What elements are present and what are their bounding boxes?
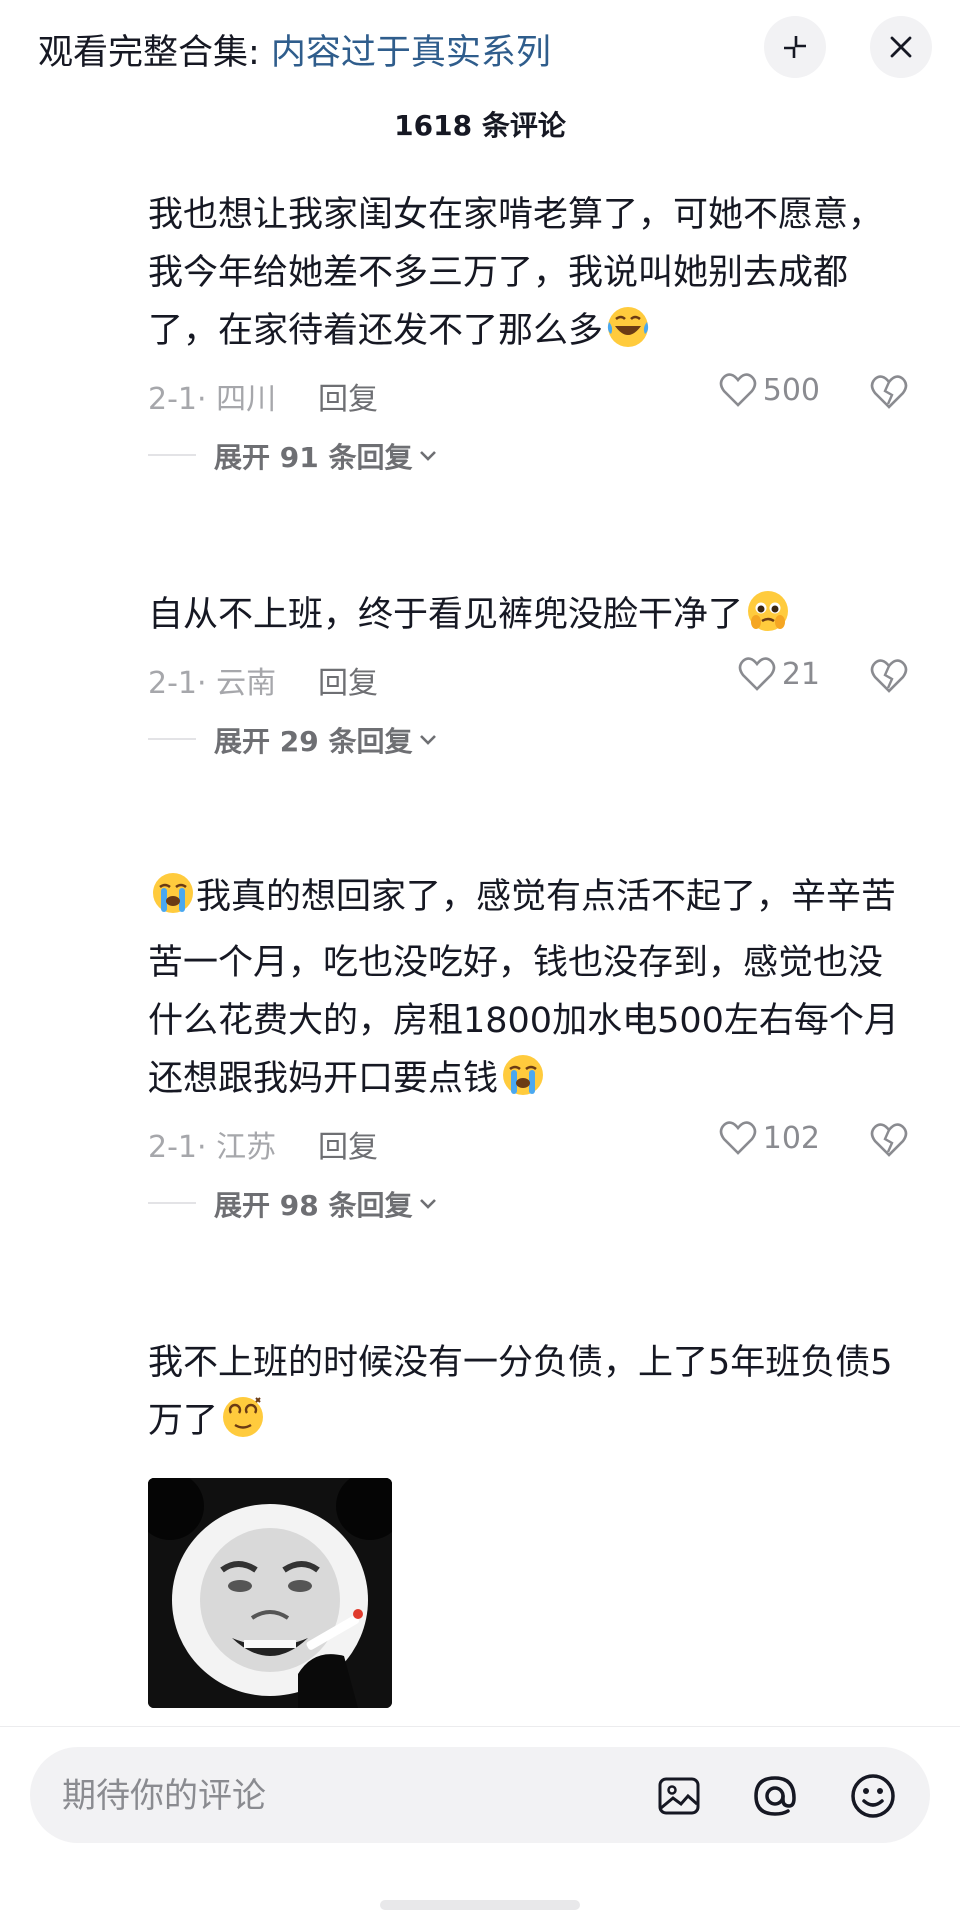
like-button[interactable]: 102 xyxy=(719,1120,820,1156)
expand-replies: 展开 29 条回复 xyxy=(148,716,908,764)
heart-icon xyxy=(738,657,776,691)
comment-text: 我也想让我家闺女在家啃老算了，可她不愿意，我今年给她差不多三万了，我说叫她别去成… xyxy=(148,186,908,368)
reply-button[interactable]: 回复 xyxy=(318,658,378,702)
dislike-button[interactable] xyxy=(870,374,908,418)
at-icon xyxy=(754,1776,796,1816)
like-button[interactable]: 21 xyxy=(738,656,820,692)
broken-heart-icon xyxy=(870,1123,908,1157)
collapse-button[interactable] xyxy=(764,16,826,78)
comment-text: 我真的想回家了，感觉有点活不起了，辛辛苦苦一个月，吃也没吃好，钱也没存到，感觉也… xyxy=(148,868,908,1116)
expand-replies-button[interactable]: 展开 98 条回复 xyxy=(214,1184,438,1224)
dislike-button[interactable] xyxy=(870,658,908,702)
comment-meta: 2-1· 四川 回复 500 xyxy=(148,368,908,418)
expand-replies: 展开 91 条回复 xyxy=(148,432,908,480)
image-icon xyxy=(658,1777,700,1815)
close-icon xyxy=(890,36,912,58)
home-indicator xyxy=(380,1900,580,1910)
comments-header: 观看完整合集: 内容过于真实系列 1618 条评论 xyxy=(0,0,960,150)
mention-button[interactable] xyxy=(748,1769,802,1823)
comment-text: 自从不上班，终于看见裤兜没脸干净了 xyxy=(148,586,908,652)
comment-item: 自从不上班，终于看见裤兜没脸干净了 2-1· 云南 回复 21 展开 29 条回… xyxy=(148,586,908,764)
loudly-crying-emoji xyxy=(150,870,196,934)
comment-item: 我也想让我家闺女在家啃老算了，可她不愿意，我今年给她差不多三万了，我说叫她别去成… xyxy=(148,186,908,480)
loudly-crying-emoji xyxy=(500,1052,546,1116)
broken-heart-icon xyxy=(870,375,908,409)
crying-laughing-emoji xyxy=(605,304,651,368)
broken-heart-icon xyxy=(870,659,908,693)
divider-line xyxy=(148,738,196,740)
reply-button[interactable]: 回复 xyxy=(318,1122,378,1166)
comment-meta: 2-1· 云南 回复 21 xyxy=(148,652,908,702)
smiley-icon xyxy=(851,1774,895,1818)
comment-date-location: 2-1· 云南 xyxy=(148,666,277,701)
emoji-button[interactable] xyxy=(846,1769,900,1823)
like-button[interactable]: 500 xyxy=(719,372,820,408)
comment-input-bar xyxy=(0,1726,960,1927)
chevron-down-icon xyxy=(420,735,437,745)
chevron-down-icon xyxy=(420,451,437,461)
dislike-button[interactable] xyxy=(870,1122,908,1166)
expand-replies-button[interactable]: 展开 29 条回复 xyxy=(214,720,438,760)
expand-replies-button[interactable]: 展开 91 条回复 xyxy=(214,436,438,476)
comment-date-location: 2-1· 江苏 xyxy=(148,1130,277,1165)
heart-icon xyxy=(719,1121,757,1155)
divider-line xyxy=(148,1202,196,1204)
collapse-icon xyxy=(784,36,806,58)
comment-text: 我不上班的时候没有一分负债，上了5年班负债5万了 xyxy=(148,1334,908,1458)
comment-input-container xyxy=(30,1747,930,1843)
pleading-emoji xyxy=(745,588,791,652)
comment-date-location: 2-1· 四川 xyxy=(148,382,277,417)
divider-line xyxy=(148,454,196,456)
comment-input[interactable] xyxy=(60,1769,624,1823)
comment-item: 我真的想回家了，感觉有点活不起了，辛辛苦苦一个月，吃也没吃好，钱也没存到，感觉也… xyxy=(148,868,908,1228)
chevron-down-icon xyxy=(420,1199,437,1209)
like-count: 102 xyxy=(762,1120,820,1156)
reply-button[interactable]: 回复 xyxy=(318,374,378,418)
comment-count: 1618 条评论 xyxy=(394,109,566,142)
like-count: 500 xyxy=(762,372,820,408)
panda-meme-sticker[interactable] xyxy=(148,1478,392,1708)
dizzy-face-emoji xyxy=(220,1394,266,1458)
close-button[interactable] xyxy=(870,16,932,78)
collection-prefix: 观看完整合集: xyxy=(38,33,271,73)
collection-link[interactable]: 内容过于真实系列 xyxy=(271,33,551,73)
comment-meta: 2-1· 江苏 回复 102 xyxy=(148,1116,908,1166)
heart-icon xyxy=(719,373,757,407)
expand-replies: 展开 98 条回复 xyxy=(148,1180,908,1228)
like-count: 21 xyxy=(781,656,820,692)
comment-item: 我不上班的时候没有一分负债，上了5年班负债5万了 xyxy=(148,1334,908,1708)
collection-title[interactable]: 观看完整合集: 内容过于真实系列 xyxy=(38,24,551,75)
image-button[interactable] xyxy=(652,1769,706,1823)
